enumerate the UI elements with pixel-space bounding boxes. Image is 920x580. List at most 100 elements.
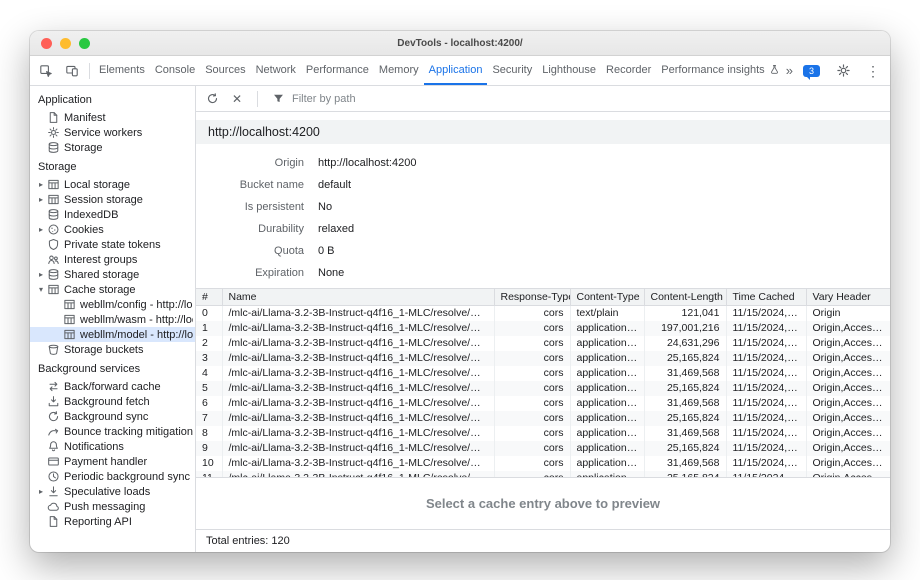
cache-entry-row[interactable]: 3/mlc-ai/Llama-3.2-3B-Instruct-q4f16_1-M… bbox=[196, 351, 890, 366]
cache-entry-cell: application/oc… bbox=[570, 381, 644, 396]
issues-badge[interactable]: 3 bbox=[803, 65, 820, 77]
sidebar-item-background-fetch[interactable]: Background fetch bbox=[30, 394, 195, 409]
cache-entry-row[interactable]: 2/mlc-ai/Llama-3.2-3B-Instruct-q4f16_1-M… bbox=[196, 336, 890, 351]
cache-entry-row[interactable]: 5/mlc-ai/Llama-3.2-3B-Instruct-q4f16_1-M… bbox=[196, 381, 890, 396]
chat-bubble-icon: 3 bbox=[803, 65, 820, 77]
cache-entry-cell: application/oc… bbox=[570, 321, 644, 336]
sidebar-item-indexeddb[interactable]: IndexedDB bbox=[30, 207, 195, 222]
sidebar-item-private-state-tokens[interactable]: Private state tokens bbox=[30, 237, 195, 252]
sidebar-item-bounce-tracking-mitigations[interactable]: Bounce tracking mitigations bbox=[30, 424, 195, 439]
tab-network[interactable]: Network bbox=[251, 56, 301, 85]
sidebar-item-storage-buckets[interactable]: Storage buckets bbox=[30, 342, 195, 357]
column-header-name[interactable]: Name bbox=[222, 289, 494, 306]
chevron-right-icon[interactable]: ▸ bbox=[36, 225, 46, 234]
sidebar-item-cookies[interactable]: ▸Cookies bbox=[30, 222, 195, 237]
cache-entry-row[interactable]: 1/mlc-ai/Llama-3.2-3B-Instruct-q4f16_1-M… bbox=[196, 321, 890, 336]
tab-elements[interactable]: Elements bbox=[94, 56, 150, 85]
chevron-down-icon[interactable]: ▾ bbox=[36, 285, 46, 294]
cache-entry-cell: cors bbox=[494, 426, 570, 441]
column-header-time-cached[interactable]: Time Cached bbox=[726, 289, 806, 306]
kebab-menu-icon[interactable]: ⋮ bbox=[866, 64, 880, 78]
sidebar-item-manifest[interactable]: Manifest bbox=[30, 110, 195, 125]
cache-entries-table-wrap[interactable]: #NameResponse-TypeContent-TypeContent-Le… bbox=[196, 288, 890, 477]
sidebar-item-webllm-wasm-http-loca[interactable]: webllm/wasm - http://loca… bbox=[30, 312, 195, 327]
column-header-response-type[interactable]: Response-Type bbox=[494, 289, 570, 306]
cache-entry-row[interactable]: 4/mlc-ai/Llama-3.2-3B-Instruct-q4f16_1-M… bbox=[196, 366, 890, 381]
cache-entry-cell: /mlc-ai/Llama-3.2-3B-Instruct-q4f16_1-ML… bbox=[222, 366, 494, 381]
table-icon bbox=[62, 328, 76, 341]
chevron-right-icon[interactable]: ▸ bbox=[36, 487, 46, 496]
tab-label: Recorder bbox=[606, 64, 651, 76]
sidebar-item-periodic-background-sync[interactable]: Periodic background sync bbox=[30, 469, 195, 484]
more-tabs-icon[interactable]: » bbox=[786, 63, 793, 78]
column-header-content-length[interactable]: Content-Length bbox=[644, 289, 726, 306]
sidebar-item-label: IndexedDB bbox=[64, 209, 118, 221]
cache-meta-row-expiration: ExpirationNone bbox=[196, 262, 890, 284]
sidebar-item-session-storage[interactable]: ▸Session storage bbox=[30, 192, 195, 207]
cache-entry-cell: Origin,Access… bbox=[806, 321, 890, 336]
sidebar-item-webllm-config-http-loc[interactable]: webllm/config - http://loc… bbox=[30, 297, 195, 312]
cache-entry-cell: 197,001,216 bbox=[644, 321, 726, 336]
tab-security[interactable]: Security bbox=[487, 56, 537, 85]
cache-entry-row[interactable]: 9/mlc-ai/Llama-3.2-3B-Instruct-q4f16_1-M… bbox=[196, 441, 890, 456]
tab-console[interactable]: Console bbox=[150, 56, 200, 85]
cache-entry-cell: application/oc… bbox=[570, 336, 644, 351]
sidebar-item-local-storage[interactable]: ▸Local storage bbox=[30, 177, 195, 192]
cache-meta-row-origin: Originhttp://localhost:4200 bbox=[196, 152, 890, 174]
chevron-right-icon[interactable]: ▸ bbox=[36, 195, 46, 204]
window-titlebar[interactable]: DevTools - localhost:4200/ bbox=[30, 31, 890, 56]
tab-recorder[interactable]: Recorder bbox=[601, 56, 656, 85]
tab-performance-insights[interactable]: Performance insights bbox=[656, 56, 784, 85]
cache-entry-row[interactable]: 10/mlc-ai/Llama-3.2-3B-Instruct-q4f16_1-… bbox=[196, 456, 890, 471]
sidebar-item-webllm-model-http-loc[interactable]: webllm/model - http://loc… bbox=[30, 327, 195, 342]
cache-entry-cell: cors bbox=[494, 336, 570, 351]
tab-application[interactable]: Application bbox=[424, 56, 488, 85]
column-header-content-type[interactable]: Content-Type bbox=[570, 289, 644, 306]
tab-memory[interactable]: Memory bbox=[374, 56, 424, 85]
sidebar-item-service-workers[interactable]: Service workers bbox=[30, 125, 195, 140]
inspect-element-icon[interactable] bbox=[33, 56, 59, 85]
sidebar-item-storage[interactable]: Storage bbox=[30, 140, 195, 155]
settings-gear-icon[interactable] bbox=[830, 63, 856, 78]
clear-icon[interactable]: ✕ bbox=[228, 90, 246, 108]
tab-label: Network bbox=[256, 64, 296, 76]
sidebar-item-shared-storage[interactable]: ▸Shared storage bbox=[30, 267, 195, 282]
sidebar-item-cache-storage[interactable]: ▾Cache storage bbox=[30, 282, 195, 297]
cache-toolbar: ✕ Filter by path bbox=[196, 86, 890, 112]
filter-by-path-input[interactable]: Filter by path bbox=[269, 90, 356, 108]
sidebar-item-payment-handler[interactable]: Payment handler bbox=[30, 454, 195, 469]
cache-entries-table: #NameResponse-TypeContent-TypeContent-Le… bbox=[196, 288, 890, 477]
sidebar-item-interest-groups[interactable]: Interest groups bbox=[30, 252, 195, 267]
cache-entry-row[interactable]: 0/mlc-ai/Llama-3.2-3B-Instruct-q4f16_1-M… bbox=[196, 306, 890, 321]
tab-performance[interactable]: Performance bbox=[301, 56, 374, 85]
sidebar-item-background-sync[interactable]: Background sync bbox=[30, 409, 195, 424]
column-header-vary-header[interactable]: Vary Header bbox=[806, 289, 890, 306]
chevron-right-icon[interactable]: ▸ bbox=[36, 270, 46, 279]
cache-entry-row[interactable]: 8/mlc-ai/Llama-3.2-3B-Instruct-q4f16_1-M… bbox=[196, 426, 890, 441]
tab-sources[interactable]: Sources bbox=[200, 56, 250, 85]
sidebar-item-label: Storage bbox=[64, 142, 103, 154]
tab-lighthouse[interactable]: Lighthouse bbox=[537, 56, 601, 85]
doc-icon bbox=[46, 515, 60, 528]
sidebar-item-back-forward-cache[interactable]: Back/forward cache bbox=[30, 379, 195, 394]
bell-icon bbox=[46, 440, 60, 453]
cache-entry-row[interactable]: 7/mlc-ai/Llama-3.2-3B-Instruct-q4f16_1-M… bbox=[196, 411, 890, 426]
sidebar-item-push-messaging[interactable]: Push messaging bbox=[30, 499, 195, 514]
column-header-index[interactable]: # bbox=[196, 289, 222, 306]
cache-entry-cell: 6 bbox=[196, 396, 222, 411]
cache-entry-row[interactable]: 6/mlc-ai/Llama-3.2-3B-Instruct-q4f16_1-M… bbox=[196, 396, 890, 411]
cache-entry-cell: 8 bbox=[196, 426, 222, 441]
cache-entry-cell: cors bbox=[494, 456, 570, 471]
sidebar-item-label: Service workers bbox=[64, 127, 142, 139]
cache-meta-row-quota: Quota0 B bbox=[196, 240, 890, 262]
tab-label: Performance insights bbox=[661, 64, 764, 76]
sidebar-item-notifications[interactable]: Notifications bbox=[30, 439, 195, 454]
cache-origin-header[interactable]: http://localhost:4200 bbox=[196, 120, 890, 144]
sidebar-item-speculative-loads[interactable]: ▸Speculative loads bbox=[30, 484, 195, 499]
refresh-icon[interactable] bbox=[203, 90, 221, 108]
cache-entry-cell: application/oc… bbox=[570, 396, 644, 411]
device-toolbar-icon[interactable] bbox=[59, 56, 85, 85]
chevron-right-icon[interactable]: ▸ bbox=[36, 180, 46, 189]
sidebar-item-reporting-api[interactable]: Reporting API bbox=[30, 514, 195, 529]
spec-icon bbox=[46, 485, 60, 498]
